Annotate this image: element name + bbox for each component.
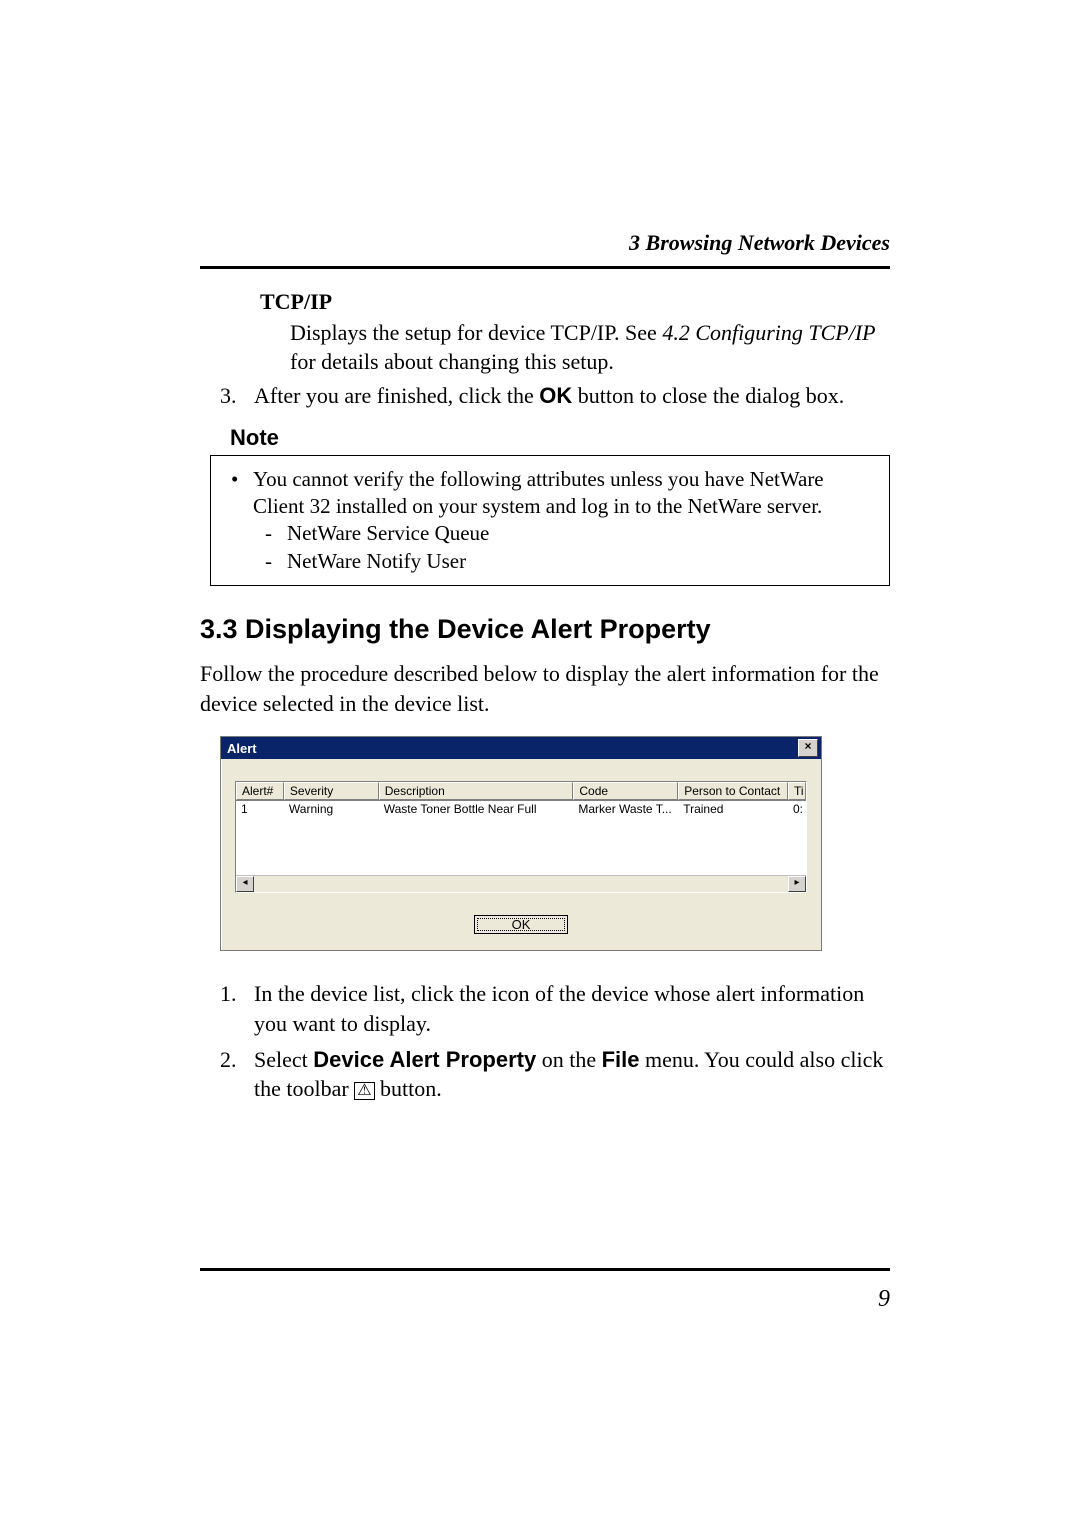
item3-a: After you are finished, click the (254, 383, 539, 408)
list-item-3: 3. After you are finished, click the OK … (220, 382, 890, 411)
note-label: Note (230, 425, 890, 451)
step-number: 2. (220, 1045, 254, 1104)
cell-severity: Warning (284, 801, 379, 817)
tcpip-text-c: for details about changing this setup. (290, 349, 614, 374)
dialog-title: Alert (227, 741, 257, 756)
list-text: After you are finished, click the OK but… (254, 382, 890, 411)
col-alert[interactable]: Alert# (236, 782, 284, 800)
note-bullet: • You cannot verify the following attrib… (231, 466, 875, 521)
note-bullet-text: You cannot verify the following attribut… (253, 466, 875, 521)
dialog-titlebar: Alert × (221, 737, 821, 759)
note-dash-1: - NetWare Service Queue (265, 520, 875, 547)
cell-person: Trained (678, 801, 788, 817)
section-heading: 3.3 Displaying the Device Alert Property (200, 614, 890, 645)
tcpip-heading: TCP/IP (260, 289, 890, 315)
footer-rule (200, 1268, 890, 1271)
col-severity[interactable]: Severity (284, 782, 379, 800)
scroll-left-button[interactable]: ◂ (236, 876, 254, 892)
cell-ti: 0: (788, 801, 806, 817)
grid-header: Alert# Severity Description Code Person … (236, 782, 806, 801)
cell-alert: 1 (236, 801, 284, 817)
step-number: 1. (220, 979, 254, 1038)
header-rule (200, 266, 890, 269)
close-button[interactable]: × (798, 739, 818, 757)
item3-c: button to close the dialog box. (572, 383, 844, 408)
dash-mark: - (265, 548, 287, 575)
procedure-steps: 1. In the device list, click the icon of… (220, 979, 890, 1104)
note-dash-2: - NetWare Notify User (265, 548, 875, 575)
tcpip-text-a: Displays the setup for device TCP/IP. Se… (290, 320, 662, 345)
page-content: 3 Browsing Network Devices TCP/IP Displa… (200, 230, 890, 1110)
note-dash-2-text: NetWare Notify User (287, 548, 466, 575)
alert-dialog: Alert × Alert# Severity Description Code… (220, 736, 822, 951)
step-text: Select Device Alert Property on the File… (254, 1045, 890, 1104)
horizontal-scrollbar[interactable]: ◂ ▸ (236, 875, 806, 892)
cell-code: Marker Waste T... (573, 801, 678, 817)
note-box: • You cannot verify the following attrib… (210, 455, 890, 586)
col-code[interactable]: Code (573, 782, 678, 800)
tcpip-paragraph: Displays the setup for device TCP/IP. Se… (290, 319, 890, 376)
running-head: 3 Browsing Network Devices (200, 230, 890, 256)
step-2: 2. Select Device Alert Property on the F… (220, 1045, 890, 1104)
grid-row[interactable]: 1 Warning Waste Toner Bottle Near Full M… (236, 801, 806, 817)
dialog-buttons: OK (235, 915, 807, 934)
dash-mark: - (265, 520, 287, 547)
scroll-right-button[interactable]: ▸ (788, 876, 806, 892)
step-text: In the device list, click the icon of th… (254, 979, 890, 1038)
s2-a: Select (254, 1047, 313, 1072)
col-description[interactable]: Description (379, 782, 574, 800)
alert-toolbar-icon: ⚠ (354, 1082, 374, 1100)
step-1: 1. In the device list, click the icon of… (220, 979, 890, 1038)
col-ti[interactable]: Ti (788, 782, 806, 800)
ok-strong: OK (539, 383, 572, 408)
menu-name-strong: File (602, 1047, 640, 1072)
col-person[interactable]: Person to Contact (678, 782, 788, 800)
s2-f: button. (375, 1076, 442, 1101)
page-number: 9 (200, 1286, 890, 1313)
ok-button[interactable]: OK (474, 915, 568, 934)
cell-description: Waste Toner Bottle Near Full (379, 801, 574, 817)
list-number: 3. (220, 382, 254, 411)
section-intro: Follow the procedure described below to … (200, 659, 890, 718)
menu-item-strong: Device Alert Property (313, 1047, 536, 1072)
s2-c: on the (536, 1047, 601, 1072)
alert-grid[interactable]: Alert# Severity Description Code Person … (235, 781, 807, 893)
tcpip-xref: 4.2 Configuring TCP/IP (662, 320, 875, 345)
note-dash-1-text: NetWare Service Queue (287, 520, 489, 547)
bullet-dot: • (231, 466, 253, 521)
dialog-body: Alert# Severity Description Code Person … (221, 759, 821, 950)
